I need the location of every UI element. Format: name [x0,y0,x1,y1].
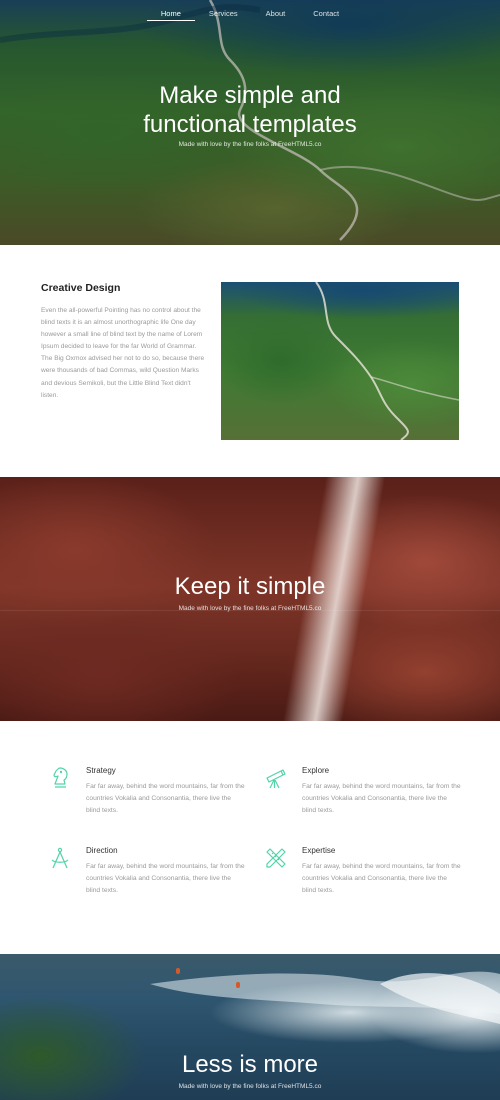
service-text: Far far away, behind the word mountains,… [86,863,245,895]
surf-subtitle: Made with love by the fine folks at Free… [178,1083,322,1090]
about-section: Creative Design Even the all-powerful Po… [0,245,500,477]
hero-subtitle: Made with love by the fine folks at Free… [178,141,322,148]
hero-title: Make simple and functional templates [0,81,500,139]
surfer-figure [236,982,240,988]
top-nav: Home Services About Contact [0,9,500,21]
about-text: Even the all-powerful Pointing has no co… [41,307,205,399]
services-section: Strategy Far far away, behind the word m… [0,721,500,954]
nav-home[interactable]: Home [146,9,195,21]
hero-title-line2: functional templates [143,111,357,138]
nav-services[interactable]: Services [195,9,252,21]
canyon-title: Keep it simple [174,573,326,600]
telescope-icon [264,766,288,790]
surf-banner: Less is more Made with love by the fine … [0,954,500,1100]
about-title: Creative Design [41,282,121,294]
service-title: Explore [302,766,330,775]
hero-section: Home Services About Contact Make simple … [0,0,500,245]
service-title: Direction [86,846,118,855]
chess-knight-icon [48,766,72,790]
service-text: Far far away, behind the word mountains,… [302,863,461,895]
canyon-banner: Keep it simple Made with love by the fin… [0,477,500,721]
compass-icon [48,846,72,870]
surfer-figure [176,968,180,974]
about-road-illustration [315,282,459,440]
service-text: Far far away, behind the word mountains,… [302,783,461,815]
hero-title-line1: Make simple and [159,82,341,109]
nav-about[interactable]: About [252,9,300,21]
service-title: Expertise [302,846,336,855]
about-landscape-image [221,282,459,440]
service-title: Strategy [86,766,116,775]
pencil-ruler-icon [264,846,288,870]
surf-title: Less is more [181,1051,319,1078]
nav-contact[interactable]: Contact [299,9,353,21]
canyon-subtitle: Made with love by the fine folks at Free… [178,605,322,612]
service-text: Far far away, behind the word mountains,… [86,783,245,815]
